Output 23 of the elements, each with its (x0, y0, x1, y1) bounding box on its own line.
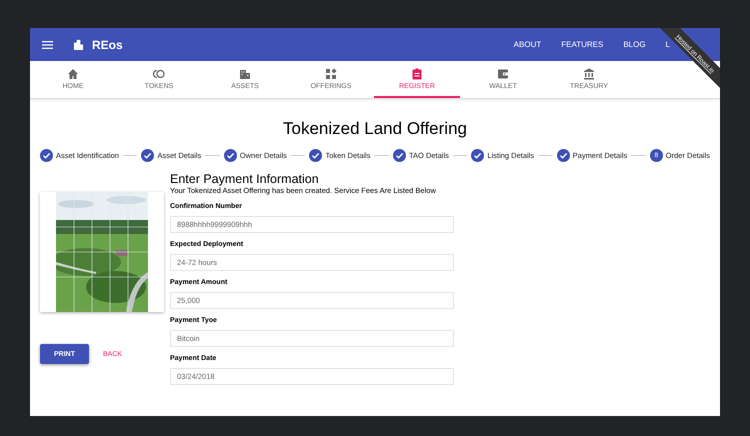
clipboard-icon (411, 68, 423, 80)
nav-link[interactable]: L (666, 40, 670, 49)
widgets-icon (325, 68, 337, 80)
check-icon (224, 149, 237, 162)
home-icon (67, 68, 79, 80)
building-icon (239, 68, 251, 80)
form-heading: Enter Payment Information (170, 172, 320, 186)
check-icon (471, 149, 484, 162)
menu-icon[interactable] (42, 40, 53, 48)
buildings-icon (73, 39, 84, 50)
nav-link[interactable]: FEATURES (561, 40, 604, 49)
nav-link[interactable]: ABOUT (514, 40, 542, 49)
bank-icon (583, 68, 595, 80)
app-title: REos (92, 38, 123, 52)
coins-icon (153, 68, 165, 80)
nav-link[interactable]: BLOG (623, 40, 646, 49)
wallet-icon (497, 68, 509, 80)
check-icon (393, 149, 406, 162)
check-icon (556, 149, 570, 162)
check-icon (141, 149, 154, 162)
check-icon (40, 149, 53, 162)
page-title: Tokenized Land Offering (282, 119, 468, 139)
check-icon (309, 149, 322, 162)
